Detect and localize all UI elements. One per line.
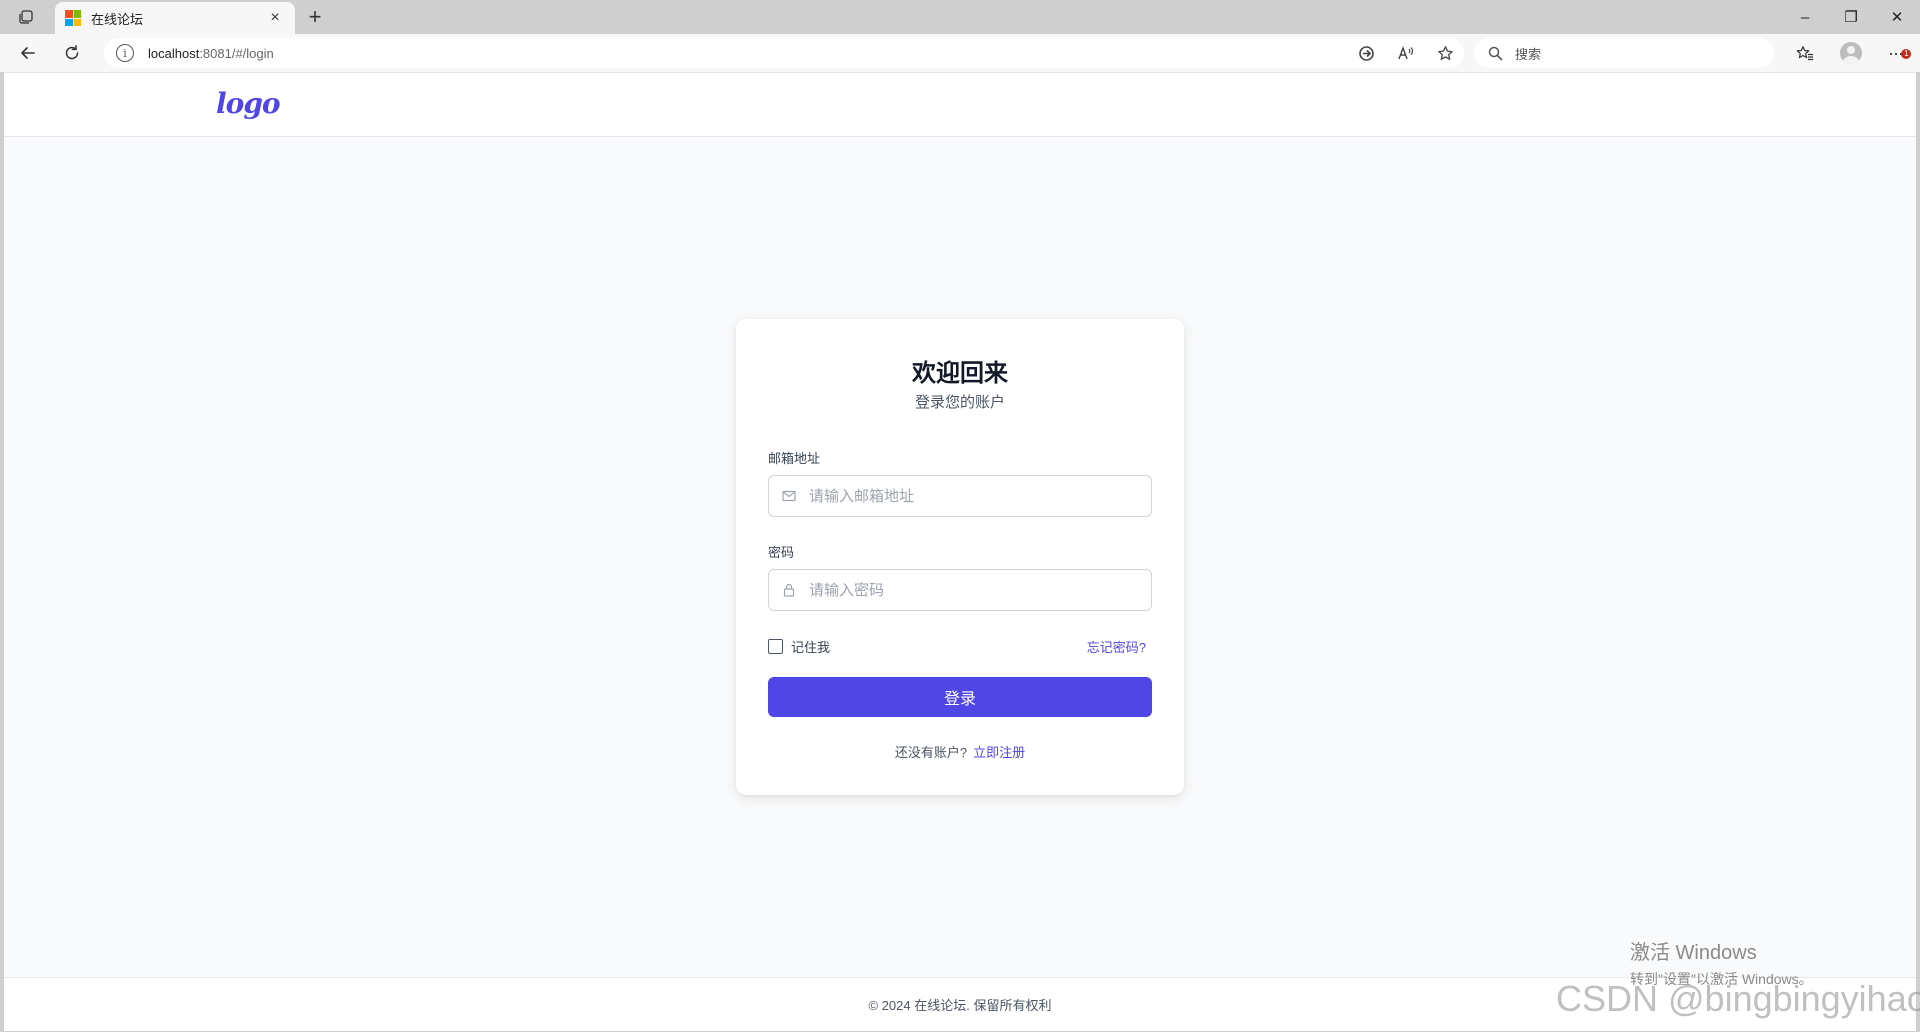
browser-tab-active[interactable]: 在线论坛 × — [55, 2, 295, 34]
login-card: 欢迎回来 登录您的账户 邮箱地址 密码 记住我 — [736, 319, 1184, 795]
refresh-icon — [65, 45, 79, 60]
arrow-left-icon — [21, 47, 35, 59]
page-viewport: logo 欢迎回来 登录您的账户 邮箱地址 密码 — [4, 72, 1916, 1031]
close-window-button[interactable]: ✕ — [1874, 0, 1920, 34]
no-account-text: 还没有账户? — [894, 745, 968, 760]
forgot-password-link[interactable]: 忘记密码? — [1087, 637, 1146, 656]
app-available-icon[interactable] — [1358, 45, 1375, 62]
activation-title: 激活 Windows — [1630, 942, 1757, 964]
more-options-button[interactable]: ··· 1 — [1888, 43, 1911, 64]
csdn-watermark: CSDN @bingbingyihao — [1556, 978, 1920, 1019]
remember-me[interactable]: 记住我 — [768, 637, 830, 656]
window-controls: – ❐ ✕ — [1782, 0, 1920, 34]
favorite-star-icon[interactable] — [1437, 45, 1454, 62]
browser-toolbar: i localhost:8081/#/login 搜索 ··· 1 — [0, 34, 1920, 72]
site-logo[interactable]: logo — [216, 87, 281, 120]
tab-collection-icon — [19, 10, 33, 24]
site-info-icon[interactable]: i — [116, 44, 134, 62]
favorites-icon[interactable] — [1796, 45, 1814, 62]
email-label: 邮箱地址 — [768, 451, 821, 466]
footer-copyright: © 2024 在线论坛. 保留所有权利 — [868, 998, 1052, 1013]
profile-avatar[interactable] — [1840, 42, 1862, 64]
browser-tab-bar: 在线论坛 × + – ❐ ✕ — [0, 0, 1920, 34]
windows-favicon-icon — [65, 10, 81, 26]
url-host: localhost — [148, 45, 200, 61]
tab-close-icon[interactable]: × — [265, 9, 285, 27]
email-input[interactable] — [809, 487, 1139, 505]
register-link[interactable]: 立即注册 — [973, 745, 1025, 760]
signup-row: 还没有账户? 立即注册 — [736, 742, 1184, 761]
tab-actions-button[interactable] — [0, 0, 52, 34]
email-field[interactable] — [768, 475, 1152, 517]
tab-title: 在线论坛 — [91, 11, 144, 27]
site-header: logo — [4, 73, 1916, 137]
url-path: :8081/#/login — [199, 45, 274, 61]
address-url[interactable]: localhost:8081/#/login — [148, 46, 274, 61]
notification-badge: 1 — [1900, 48, 1911, 59]
password-label: 密码 — [768, 545, 795, 560]
search-icon — [1488, 46, 1503, 60]
browser-search-box[interactable]: 搜索 — [1474, 38, 1774, 68]
password-field[interactable] — [768, 569, 1152, 611]
minimize-button[interactable]: – — [1782, 0, 1828, 34]
login-subtitle: 登录您的账户 — [914, 394, 1005, 411]
lock-icon — [781, 583, 797, 597]
login-title: 欢迎回来 — [912, 360, 1008, 387]
login-button[interactable]: 登录 — [768, 677, 1152, 717]
remember-label[interactable]: 记住我 — [791, 637, 830, 656]
new-tab-button[interactable]: + — [295, 0, 335, 34]
remember-checkbox[interactable] — [768, 639, 783, 654]
refresh-button[interactable] — [50, 34, 94, 72]
read-aloud-icon[interactable] — [1397, 45, 1415, 62]
mail-icon — [781, 490, 797, 502]
browser-toolbar-actions: ··· 1 — [1796, 42, 1911, 64]
restore-button[interactable]: ❐ — [1828, 0, 1874, 34]
address-bar[interactable]: i localhost:8081/#/login — [104, 38, 1464, 68]
back-button[interactable] — [6, 34, 50, 72]
address-bar-actions — [1358, 38, 1454, 68]
browser-search-placeholder: 搜索 — [1515, 46, 1542, 62]
password-input[interactable] — [809, 581, 1139, 599]
